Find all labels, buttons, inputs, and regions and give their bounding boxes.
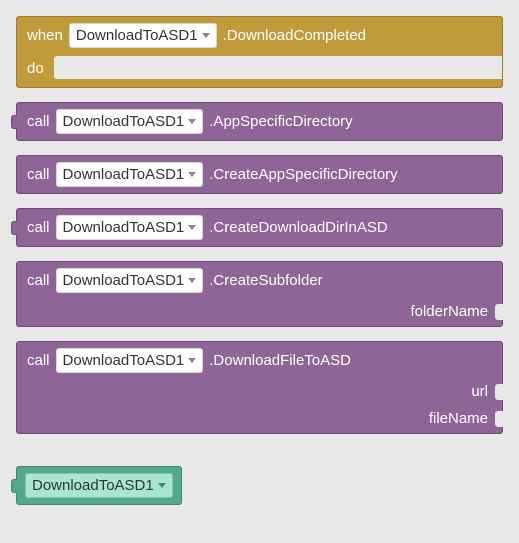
- component-dropdown[interactable]: DownloadToASD1: [25, 473, 173, 498]
- param-row-foldername: folderName: [17, 299, 502, 326]
- component-block[interactable]: DownloadToASD1: [16, 466, 182, 505]
- call-header: call DownloadToASD1 .CreateDownloadDirIn…: [17, 209, 502, 246]
- call-header: call DownloadToASD1 .AppSpecificDirector…: [17, 103, 502, 140]
- param-label: folderName: [410, 303, 488, 320]
- call-label: call: [27, 166, 50, 183]
- call-block-downloadfiletoasd[interactable]: call DownloadToASD1 .DownloadFileToASD u…: [16, 341, 503, 434]
- call-header: call DownloadToASD1 .DownloadFileToASD: [17, 342, 502, 379]
- call-block-createsubfolder[interactable]: call DownloadToASD1 .CreateSubfolder fol…: [16, 261, 503, 327]
- output-notch: [11, 115, 17, 129]
- call-label: call: [27, 272, 50, 289]
- call-block-appspecificdirectory[interactable]: call DownloadToASD1 .AppSpecificDirector…: [16, 102, 503, 141]
- dropdown-label: DownloadToASD1: [63, 166, 185, 183]
- event-block[interactable]: when DownloadToASD1 .DownloadCompleted d…: [16, 16, 503, 88]
- chevron-down-icon: [188, 278, 196, 283]
- output-notch: [11, 221, 17, 235]
- output-notch: [11, 479, 17, 493]
- chevron-down-icon: [188, 172, 196, 177]
- param-label: url: [471, 383, 488, 400]
- param-input-slot[interactable]: [495, 384, 503, 400]
- component-dropdown[interactable]: DownloadToASD1: [56, 348, 204, 373]
- method-name: .DownloadFileToASD: [209, 352, 351, 369]
- do-row: do: [17, 54, 502, 87]
- component-dropdown[interactable]: DownloadToASD1: [56, 268, 204, 293]
- chevron-down-icon: [188, 358, 196, 363]
- call-label: call: [27, 219, 50, 236]
- chevron-down-icon: [202, 33, 210, 38]
- when-label: when: [27, 27, 63, 44]
- dropdown-label: DownloadToASD1: [32, 477, 154, 494]
- dropdown-label: DownloadToASD1: [63, 272, 185, 289]
- call-label: call: [27, 352, 50, 369]
- param-input-slot[interactable]: [495, 411, 503, 427]
- chevron-down-icon: [188, 225, 196, 230]
- dropdown-label: DownloadToASD1: [63, 219, 185, 236]
- param-row-filename: fileName: [17, 406, 502, 433]
- call-header: call DownloadToASD1 .CreateAppSpecificDi…: [17, 156, 502, 193]
- method-name: .CreateSubfolder: [209, 272, 322, 289]
- method-name: .CreateAppSpecificDirectory: [209, 166, 397, 183]
- param-label: fileName: [429, 410, 488, 427]
- param-row-url: url: [17, 379, 502, 406]
- do-label: do: [17, 54, 54, 87]
- call-label: call: [27, 113, 50, 130]
- param-input-slot[interactable]: [495, 304, 503, 320]
- method-name: .AppSpecificDirectory: [209, 113, 352, 130]
- component-dropdown[interactable]: DownloadToASD1: [56, 215, 204, 240]
- component-dropdown[interactable]: DownloadToASD1: [56, 162, 204, 187]
- chevron-down-icon: [158, 483, 166, 488]
- call-block-createappspecificdirectory[interactable]: call DownloadToASD1 .CreateAppSpecificDi…: [16, 155, 503, 194]
- do-slot[interactable]: [54, 56, 502, 79]
- component-dropdown[interactable]: DownloadToASD1: [56, 109, 204, 134]
- call-header: call DownloadToASD1 .CreateSubfolder: [17, 262, 502, 299]
- event-name: .DownloadCompleted: [223, 27, 366, 44]
- event-header: when DownloadToASD1 .DownloadCompleted: [17, 17, 502, 54]
- chevron-down-icon: [188, 119, 196, 124]
- method-name: .CreateDownloadDirInASD: [209, 219, 387, 236]
- dropdown-label: DownloadToASD1: [63, 352, 185, 369]
- call-block-createdownloaddirinasd[interactable]: call DownloadToASD1 .CreateDownloadDirIn…: [16, 208, 503, 247]
- event-component-dropdown[interactable]: DownloadToASD1: [69, 23, 217, 48]
- dropdown-label: DownloadToASD1: [76, 27, 198, 44]
- dropdown-label: DownloadToASD1: [63, 113, 185, 130]
